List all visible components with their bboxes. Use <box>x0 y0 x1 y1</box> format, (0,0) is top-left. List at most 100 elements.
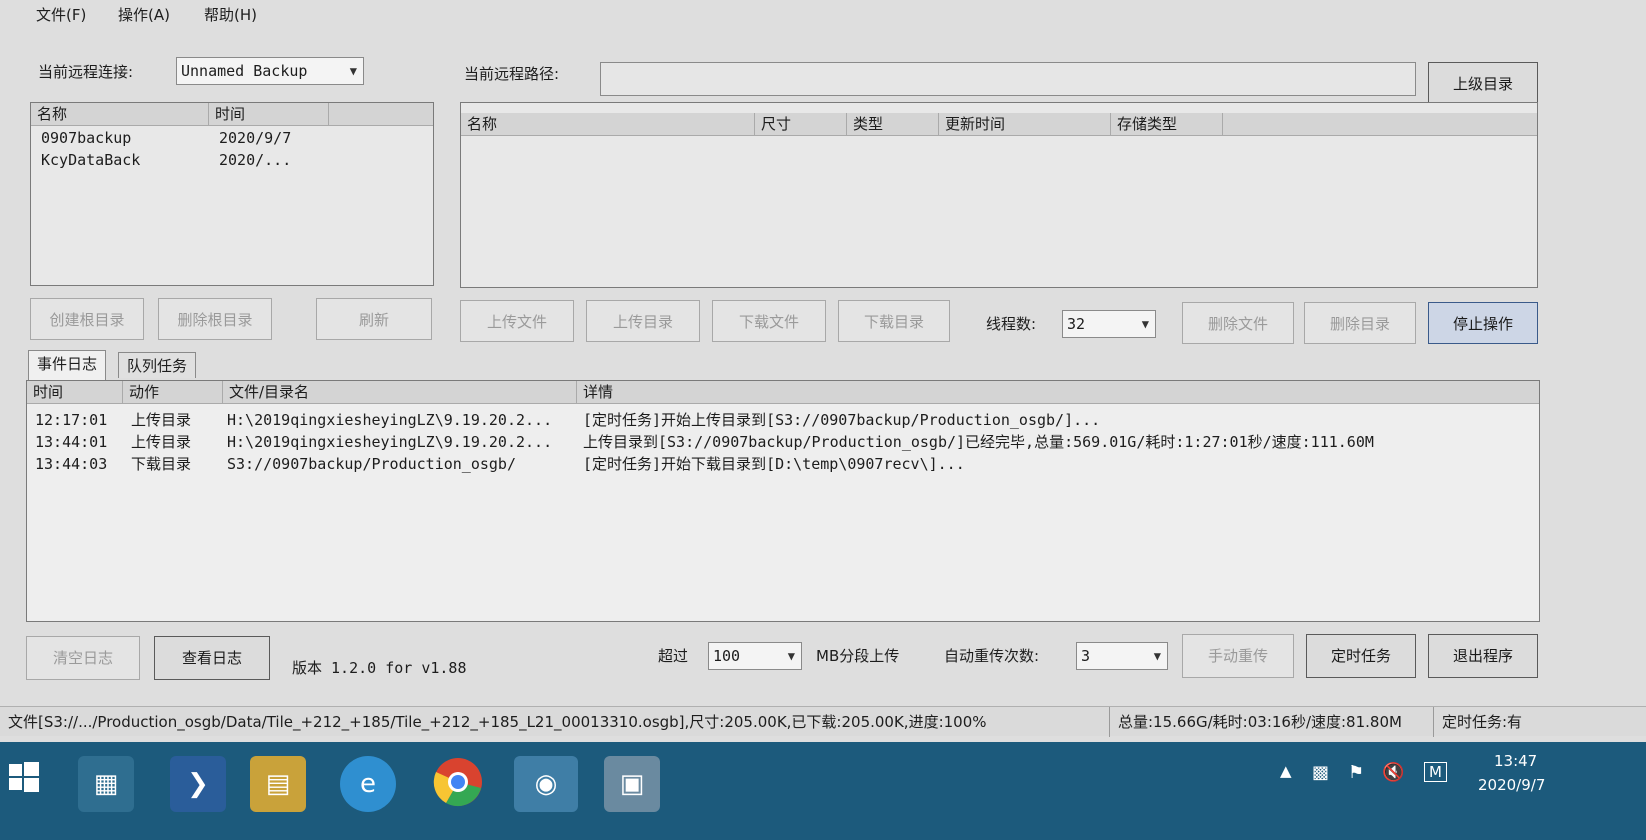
col-header-updated[interactable]: 更新时间 <box>939 113 1111 135</box>
taskbar: ▦ ❯ ▤ e ◉ ▣ ▲ ▩ ⚑ 🔇 M 13:47 2020/9/7 <box>0 742 1646 840</box>
tray-expand-icon[interactable]: ▲ <box>1280 762 1292 780</box>
table-row[interactable]: 12:17:01 上传目录 H:\2019qingxiesheyingLZ\9.… <box>27 409 1539 431</box>
exceed-label: 超过 <box>658 647 689 665</box>
chevron-down-icon: ▼ <box>787 649 795 663</box>
image-viewer-icon[interactable]: ▣ <box>604 756 660 812</box>
col-header-time[interactable]: 时间 <box>27 381 123 403</box>
chevron-down-icon: ▼ <box>1153 649 1161 663</box>
menu-file[interactable]: 文件(F) <box>36 3 86 27</box>
segment-upload-label: MB分段上传 <box>816 647 900 665</box>
bucket-name: 0907backup <box>41 129 132 147</box>
col-header-size[interactable]: 尺寸 <box>755 113 847 135</box>
status-scheduled-task: 定时任务:有 <box>1442 713 1523 731</box>
threads-select[interactable]: 32 ▼ <box>1062 310 1156 338</box>
bucket-name: KcyDataBack <box>41 151 141 169</box>
col-header-type[interactable]: 类型 <box>847 113 939 135</box>
windows-start-icon[interactable] <box>2 758 46 802</box>
col-header-name[interactable]: 名称 <box>461 113 755 135</box>
windows-logo-icon <box>9 762 39 792</box>
download-file-button[interactable]: 下载文件 <box>712 300 826 342</box>
scheduled-task-button[interactable]: 定时任务 <box>1306 634 1416 678</box>
chevron-down-icon: ▼ <box>1141 317 1149 331</box>
powershell-icon[interactable]: ❯ <box>170 756 226 812</box>
exit-button[interactable]: 退出程序 <box>1428 634 1538 678</box>
remote-connection-label: 当前远程连接: <box>38 63 134 81</box>
event-log-header: 时间 动作 文件/目录名 详情 <box>27 381 1539 404</box>
app-window: 文件(F) 操作(A) 帮助(H) 当前远程连接: Unnamed Backup… <box>0 0 1646 780</box>
create-root-button[interactable]: 创建根目录 <box>30 298 144 340</box>
upload-dir-button[interactable]: 上传目录 <box>586 300 700 342</box>
log-detail: [定时任务]开始上传目录到[S3://0907backup/Production… <box>583 411 1101 429</box>
bucket-list[interactable]: 名称 时间 0907backup 2020/9/7 KcyDataBack 20… <box>30 102 434 286</box>
remote-connection-select[interactable]: Unnamed Backup ▼ <box>176 57 364 85</box>
remote-path-input[interactable] <box>600 62 1416 96</box>
delete-dir-button[interactable]: 删除目录 <box>1304 302 1416 344</box>
list-item[interactable]: 0907backup 2020/9/7 <box>31 127 433 149</box>
browser-edge-icon[interactable]: e <box>340 756 396 812</box>
col-header-time[interactable]: 时间 <box>209 103 329 125</box>
version-label: 版本 1.2.0 for v1.88 <box>292 659 467 677</box>
chevron-down-icon: ▼ <box>349 64 357 78</box>
chrome-icon[interactable] <box>430 756 486 812</box>
segment-size-select[interactable]: 100 ▼ <box>708 642 802 670</box>
status-file-progress: 文件[S3://.../Production_osgb/Data/Tile_+2… <box>0 707 1110 737</box>
log-time: 13:44:01 <box>35 433 108 451</box>
threads-value: 32 <box>1067 315 1086 333</box>
remote-path-label: 当前远程路径: <box>464 65 560 83</box>
log-action: 上传目录 <box>131 411 192 429</box>
upload-file-button[interactable]: 上传文件 <box>460 300 574 342</box>
col-header-storage-class[interactable]: 存储类型 <box>1111 113 1223 135</box>
refresh-button[interactable]: 刷新 <box>316 298 432 340</box>
download-dir-button[interactable]: 下载目录 <box>838 300 950 342</box>
speaker-muted-icon[interactable]: 🔇 <box>1382 762 1404 783</box>
tab-event-log[interactable]: 事件日志 <box>28 350 107 380</box>
view-log-button[interactable]: 查看日志 <box>154 636 270 680</box>
log-name: S3://0907backup/Production_osgb/ <box>227 455 516 473</box>
threads-label: 线程数: <box>986 315 1037 333</box>
log-name: H:\2019qingxiesheyingLZ\9.19.20.2... <box>227 411 553 429</box>
network-icon[interactable]: ▩ <box>1312 762 1329 783</box>
log-name: H:\2019qingxiesheyingLZ\9.19.20.2... <box>227 433 553 451</box>
ime-indicator[interactable]: M <box>1424 762 1447 782</box>
parent-dir-button[interactable]: 上级目录 <box>1428 62 1538 104</box>
log-detail: 上传目录到[S3://0907backup/Production_osgb/]已… <box>583 433 1374 451</box>
col-header-detail[interactable]: 详情 <box>577 381 1539 403</box>
tab-queue-tasks[interactable]: 队列任务 <box>118 352 197 378</box>
clock-date[interactable]: 2020/9/7 <box>1478 776 1545 794</box>
col-header-name[interactable]: 名称 <box>31 103 209 125</box>
s3-backup-app-icon[interactable]: ◉ <box>514 756 578 812</box>
list-item[interactable]: KcyDataBack 2020/... <box>31 149 433 171</box>
event-log-table[interactable]: 时间 动作 文件/目录名 详情 12:17:01 上传目录 H:\2019qin… <box>26 380 1540 622</box>
clock-time[interactable]: 13:47 <box>1494 752 1537 770</box>
auto-retry-label: 自动重传次数: <box>944 647 1040 665</box>
log-action: 上传目录 <box>131 433 192 451</box>
status-bar: 文件[S3://.../Production_osgb/Data/Tile_+2… <box>0 706 1646 737</box>
col-header-file-dir[interactable]: 文件/目录名 <box>223 381 577 403</box>
clear-log-button[interactable]: 清空日志 <box>26 636 140 680</box>
delete-file-button[interactable]: 删除文件 <box>1182 302 1294 344</box>
segment-size-value: 100 <box>713 647 741 665</box>
table-row[interactable]: 13:44:01 上传目录 H:\2019qingxiesheyingLZ\9.… <box>27 431 1539 453</box>
status-total: 总量:15.66G/耗时:03:16秒/速度:81.80M <box>1110 707 1434 737</box>
server-manager-icon[interactable]: ▦ <box>78 756 134 812</box>
bucket-time: 2020/... <box>219 151 292 169</box>
file-explorer-icon[interactable]: ▤ <box>250 756 306 812</box>
table-row[interactable]: 13:44:03 下载目录 S3://0907backup/Production… <box>27 453 1539 475</box>
menu-bar: 文件(F) 操作(A) 帮助(H) <box>0 0 1646 30</box>
delete-root-button[interactable]: 删除根目录 <box>158 298 272 340</box>
bucket-list-header: 名称 时间 <box>31 103 433 126</box>
flag-icon[interactable]: ⚑ <box>1348 762 1364 783</box>
file-list-header: 名称 尺寸 类型 更新时间 存储类型 <box>461 113 1537 136</box>
auto-retry-select[interactable]: 3 ▼ <box>1076 642 1168 670</box>
col-header-action[interactable]: 动作 <box>123 381 223 403</box>
manual-retry-button[interactable]: 手动重传 <box>1182 634 1294 678</box>
log-time: 13:44:03 <box>35 455 108 473</box>
log-detail: [定时任务]开始下载目录到[D:\temp\0907recv\]... <box>583 455 965 473</box>
menu-help[interactable]: 帮助(H) <box>204 3 257 27</box>
log-action: 下载目录 <box>131 455 192 473</box>
menu-action[interactable]: 操作(A) <box>118 3 170 27</box>
file-list[interactable]: 名称 尺寸 类型 更新时间 存储类型 <box>460 102 1538 288</box>
auto-retry-value: 3 <box>1081 647 1091 665</box>
stop-operation-button[interactable]: 停止操作 <box>1428 302 1538 344</box>
bucket-time: 2020/9/7 <box>219 129 292 147</box>
